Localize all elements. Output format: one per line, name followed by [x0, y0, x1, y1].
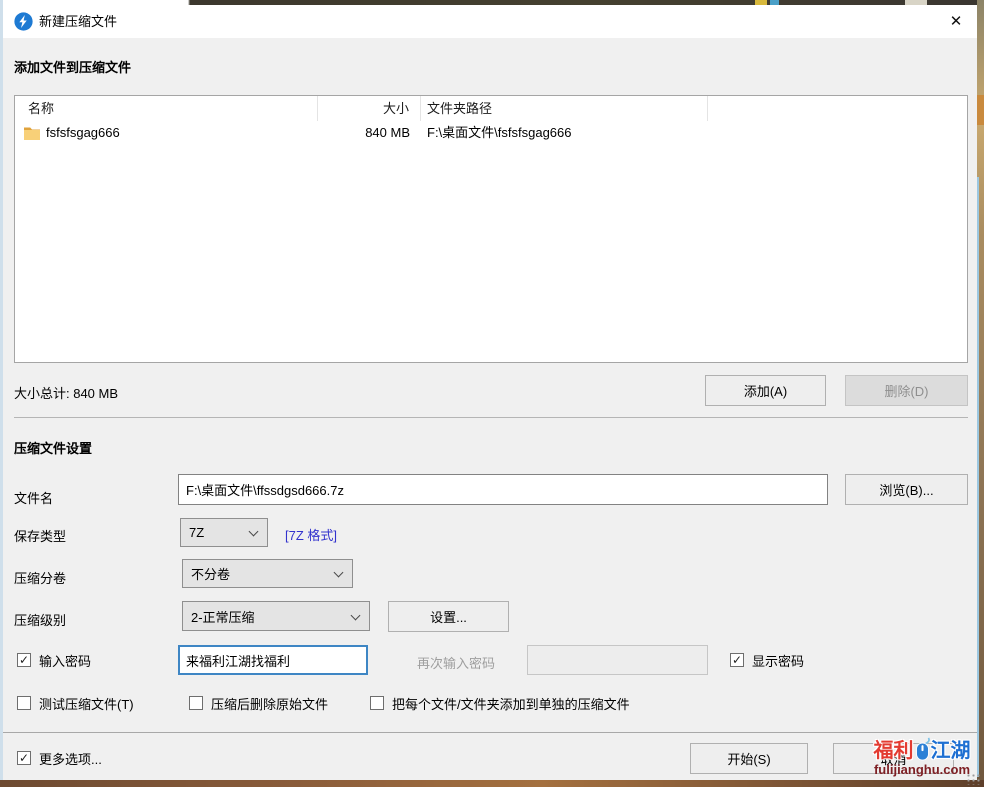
start-button[interactable]: 开始(S) — [690, 743, 808, 774]
watermark-dots-decoration — [966, 773, 982, 785]
close-icon[interactable]: ✕ — [935, 5, 977, 38]
checkbox-unchecked-icon[interactable] — [17, 696, 31, 710]
delete-after-checkbox-row[interactable]: 压缩后删除原始文件 — [189, 695, 328, 711]
file-name-cell: fsfsfsgag666 — [15, 121, 318, 145]
reenter-password-input — [527, 645, 708, 675]
watermark-text-blue: 江湖 — [931, 734, 971, 763]
save-type-value: 7Z — [189, 525, 204, 540]
filename-label: 文件名 — [14, 488, 53, 507]
add-section-header: 添加文件到压缩文件 — [14, 57, 131, 76]
file-size-cell: 840 MB — [318, 121, 421, 145]
filename-input[interactable]: F:\桌面文件\ffssdgsd666.7z — [178, 474, 828, 505]
checkbox-checked-icon[interactable]: ✓ — [730, 653, 744, 667]
column-header-name[interactable]: 名称 — [15, 96, 318, 121]
checkbox-checked-icon[interactable]: ✓ — [17, 653, 31, 667]
title-bar: 新建压缩文件 ✕ — [3, 5, 977, 38]
save-type-label: 保存类型 — [14, 526, 66, 545]
checkbox-unchecked-icon[interactable] — [189, 696, 203, 710]
column-header-spacer — [708, 96, 967, 121]
level-dropdown[interactable]: 2-正常压缩 — [182, 601, 370, 631]
watermark-text-red: 福利 — [874, 734, 914, 763]
separate-archives-label: 把每个文件/文件夹添加到单独的压缩文件 — [392, 694, 630, 713]
show-password-checkbox-row[interactable]: ✓ 显示密码 — [730, 652, 804, 668]
app-icon — [14, 12, 33, 31]
delete-after-label: 压缩后删除原始文件 — [211, 694, 328, 713]
chevron-down-icon — [249, 527, 259, 537]
table-row[interactable]: fsfsfsgag666 840 MB F:\桌面文件\fsfsfsgag666 — [15, 121, 967, 145]
folder-icon — [24, 127, 40, 140]
footer-divider — [3, 732, 977, 733]
section-divider — [14, 417, 968, 418]
file-path-cell: F:\桌面文件\fsfsfsgag666 — [421, 121, 708, 145]
desktop-window-edge — [977, 177, 979, 777]
password-checkbox-row[interactable]: ✓ 输入密码 — [17, 652, 91, 668]
delete-button: 删除(D) — [845, 375, 968, 406]
separate-archives-checkbox-row[interactable]: 把每个文件/文件夹添加到单独的压缩文件 — [370, 695, 630, 711]
more-options-checkbox-row[interactable]: ✓ 更多选项... — [17, 750, 102, 766]
total-size-label: 大小总计: 840 MB — [14, 383, 118, 402]
password-input[interactable]: 来福利江湖找福利 — [178, 645, 368, 675]
format-link[interactable]: [7Z 格式] — [285, 525, 337, 544]
settings-button[interactable]: 设置... — [388, 601, 509, 632]
watermark-logo-row: 福利 江湖 — [860, 735, 984, 762]
checkbox-checked-icon[interactable]: ✓ — [17, 751, 31, 765]
volume-dropdown[interactable]: 不分卷 — [182, 559, 353, 588]
checkbox-unchecked-icon[interactable] — [370, 696, 384, 710]
file-list[interactable]: 名称 大小 文件夹路径 fsfsfsgag666 840 MB F:\桌面文件\… — [14, 95, 968, 363]
file-name: fsfsfsgag666 — [46, 121, 120, 145]
add-button[interactable]: 添加(A) — [705, 375, 826, 406]
column-header-size[interactable]: 大小 — [318, 96, 421, 121]
level-value: 2-正常压缩 — [191, 607, 255, 626]
save-type-dropdown[interactable]: 7Z — [180, 518, 268, 547]
window-title: 新建压缩文件 — [39, 5, 117, 38]
test-archive-checkbox-row[interactable]: 测试压缩文件(T) — [17, 695, 134, 711]
more-options-label: 更多选项... — [39, 749, 102, 768]
browse-button[interactable]: 浏览(B)... — [845, 474, 968, 505]
show-password-label: 显示密码 — [752, 651, 804, 670]
desktop-background-bottom — [0, 780, 984, 787]
test-archive-label: 测试压缩文件(T) — [39, 694, 134, 713]
watermark-mouse-icon — [914, 736, 931, 762]
chevron-down-icon — [351, 611, 361, 621]
level-label: 压缩级别 — [14, 610, 66, 629]
desktop-speck — [977, 95, 984, 125]
column-header-path[interactable]: 文件夹路径 — [421, 96, 708, 121]
desktop-background-right — [977, 0, 984, 787]
volume-label: 压缩分卷 — [14, 568, 66, 587]
file-list-header: 名称 大小 文件夹路径 — [15, 96, 967, 121]
settings-section-header: 压缩文件设置 — [14, 438, 92, 457]
watermark: 福利 江湖 fulijianghu.com — [860, 735, 984, 777]
reenter-password-label: 再次输入密码 — [417, 653, 495, 672]
chevron-down-icon — [334, 568, 344, 578]
new-archive-dialog: 新建压缩文件 ✕ 添加文件到压缩文件 名称 大小 文件夹路径 fsfsfsgag… — [3, 5, 977, 780]
password-checkbox-label: 输入密码 — [39, 651, 91, 670]
volume-value: 不分卷 — [191, 564, 230, 583]
